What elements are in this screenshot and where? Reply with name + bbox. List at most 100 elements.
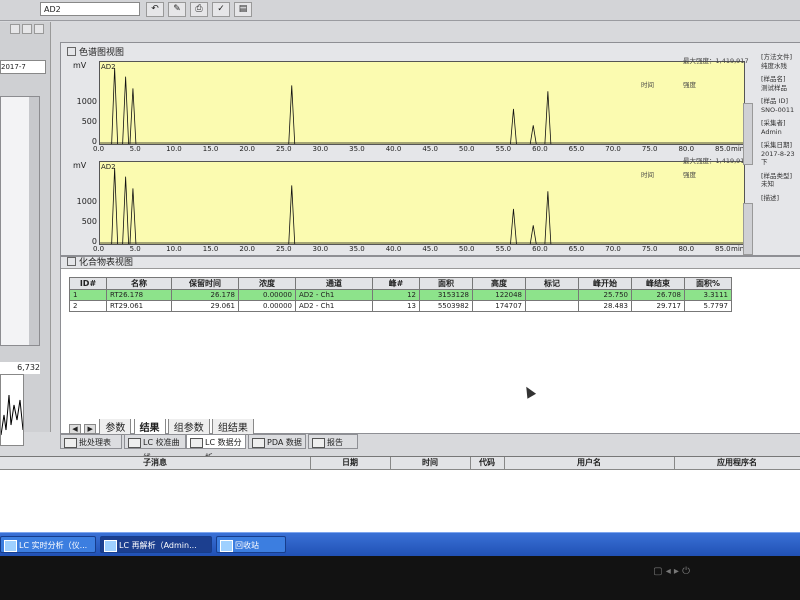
x-tick: 50.0 xyxy=(458,245,475,253)
date-combo[interactable]: 2017-7 xyxy=(0,60,46,74)
tab-pda-data[interactable]: PDA 数据 xyxy=(248,434,306,449)
column-header[interactable]: 浓度 xyxy=(238,277,296,290)
strength-label: 强度 xyxy=(683,81,696,89)
info-line: 测试样品 xyxy=(761,83,787,92)
value-readout: 6,732 xyxy=(0,362,40,374)
plot-area[interactable]: AD2 xyxy=(99,61,745,145)
restore-icon[interactable] xyxy=(10,24,20,34)
file-list[interactable] xyxy=(0,96,40,346)
message-log[interactable]: 子消息 日期 时间 代码 用户名 应用程序名 xyxy=(0,456,800,532)
info-line: 2017-8-23 下 xyxy=(761,149,795,167)
table-cell: AD2 - Ch1 xyxy=(295,300,373,312)
column-header[interactable]: 标记 xyxy=(525,277,579,290)
tab-report[interactable]: 报告 xyxy=(308,434,358,449)
tab-batch-table[interactable]: 批处理表 xyxy=(60,434,122,449)
info-line: [样品 ID] xyxy=(761,97,789,105)
tab-group-results[interactable]: 组结果 xyxy=(211,419,254,435)
y-unit: mV xyxy=(73,61,87,70)
column-header[interactable]: ID# xyxy=(69,277,107,290)
undo-button[interactable]: ↶ xyxy=(146,2,164,17)
table-cell: 13 xyxy=(372,300,420,312)
chromatogram-plot-1[interactable]: mV 1000 500 0 AD2 最大强度：1,419,917 时间 强度 0… xyxy=(61,57,751,157)
x-tick: 35.0 xyxy=(349,145,365,153)
chromatogram-view: 色谱图视图 mV 1000 500 0 AD2 最大强度：1,419,917 时… xyxy=(60,42,800,256)
column-header[interactable]: 应用程序名 xyxy=(674,457,800,469)
peak-line xyxy=(544,191,552,244)
tab-prev-icon[interactable]: ◀ xyxy=(69,424,81,434)
plot-scrollbar[interactable] xyxy=(743,103,753,165)
table-cell: 174707 xyxy=(472,300,526,312)
column-header[interactable]: 保留时间 xyxy=(171,277,239,290)
column-header[interactable]: 通道 xyxy=(295,277,373,290)
table-row[interactable]: 2 RT29.061 29.061 0.00000 AD2 - Ch1 13 5… xyxy=(69,300,732,312)
column-header[interactable]: 面积% xyxy=(684,277,732,290)
compound-table-view: 化合物表视图 ID# 名称 保留时间 浓度 通道 峰# 面积 高度 标记 峰开始… xyxy=(60,256,800,435)
tab-data-analysis[interactable]: LC 数据分析 xyxy=(186,434,246,462)
column-header[interactable]: 峰开始 xyxy=(578,277,632,290)
x-tick: 30.0 xyxy=(312,145,329,153)
column-header[interactable]: 代码 xyxy=(470,457,505,469)
info-line: [样品类型] xyxy=(761,171,793,180)
x-tick: 0.0 xyxy=(93,145,105,153)
peak-line xyxy=(510,208,517,244)
table-header-row: ID# 名称 保留时间 浓度 通道 峰# 面积 高度 标记 峰开始 峰结束 面积… xyxy=(69,277,732,290)
task-realtime-analysis[interactable]: LC 实时分析（仪... xyxy=(0,536,96,553)
peak-line xyxy=(129,88,137,144)
channel-field[interactable]: AD2 xyxy=(40,2,140,16)
application-window: AD2 ↶ ✎ ⎙ ✓ ▤ 2017-7 6,732 色谱图视图 mV 1000… xyxy=(0,0,800,532)
max-intensity-label: 最大强度：1,419,917 xyxy=(683,157,749,165)
tool-button[interactable]: ▤ xyxy=(234,2,252,17)
column-header[interactable]: 峰# xyxy=(372,277,420,290)
tool-button[interactable]: ⎙ xyxy=(190,2,208,17)
compound-table[interactable]: ID# 名称 保留时间 浓度 通道 峰# 面积 高度 标记 峰开始 峰结束 面积… xyxy=(69,277,732,312)
column-header[interactable]: 时间 xyxy=(390,457,471,469)
table-cell: 26.708 xyxy=(631,289,685,301)
tab-parameters[interactable]: 参数 xyxy=(99,419,132,435)
column-header[interactable]: 子消息 xyxy=(0,457,311,469)
left-panel: 2017-7 6,732 xyxy=(0,22,51,446)
x-tick: 5.0 xyxy=(129,245,141,253)
taskbar: LC 实时分析（仪... LC 再解析（Admin... 回收站 xyxy=(0,532,800,557)
close-icon[interactable] xyxy=(34,24,44,34)
table-cell: 26.178 xyxy=(171,289,239,301)
column-header[interactable]: 面积 xyxy=(419,277,473,290)
tab-group-parameters[interactable]: 组参数 xyxy=(167,419,210,435)
scrollbar[interactable] xyxy=(29,97,39,345)
peak-line xyxy=(529,125,537,144)
x-tick: 25.0 xyxy=(275,145,292,153)
table-cell: 29.717 xyxy=(631,300,685,312)
table-cell: 5.7797 xyxy=(684,300,732,312)
x-tick: 45.0 xyxy=(422,145,438,153)
y-tick: 500 xyxy=(81,217,97,226)
time-label: 时间 xyxy=(641,81,654,89)
recycle-bin-icon xyxy=(220,540,233,552)
chromatogram-plot-2[interactable]: mV 1000 500 0 AD2 最大强度：1,419,917 时间 强度 0… xyxy=(61,157,751,257)
tab-results[interactable]: 结果 xyxy=(133,419,166,435)
info-line: [描述] xyxy=(761,193,780,202)
plot-scrollbar[interactable] xyxy=(743,203,753,255)
tool-button[interactable]: ✎ xyxy=(168,2,186,17)
max-intensity-label: 最大强度：1,419,917 xyxy=(683,57,749,65)
table-cell: RT26.178 xyxy=(106,289,172,301)
x-tick: 65.0 xyxy=(568,245,585,253)
column-header[interactable]: 日期 xyxy=(310,457,391,469)
column-header[interactable]: 名称 xyxy=(106,277,172,290)
column-header[interactable]: 高度 xyxy=(472,277,526,290)
task-reanalysis[interactable]: LC 再解析（Admin... xyxy=(100,536,212,553)
tab-next-icon[interactable]: ▶ xyxy=(84,424,97,434)
peak-line xyxy=(129,188,137,244)
x-tick: 70.0 xyxy=(605,145,621,153)
table-cell: 2 xyxy=(69,300,107,312)
column-header[interactable]: 用户名 xyxy=(504,457,675,469)
y-tick: 1000 xyxy=(76,97,97,106)
info-line: Admin xyxy=(761,127,782,136)
table-cell: 1 xyxy=(69,289,107,301)
tool-button[interactable]: ✓ xyxy=(212,2,230,17)
table-cell: 122048 xyxy=(472,289,526,301)
tab-calibration-curve[interactable]: LC 校准曲线 xyxy=(124,434,186,462)
task-recycle-bin[interactable]: 回收站 xyxy=(216,536,286,553)
x-tick: 20.0 xyxy=(239,145,255,153)
column-header[interactable]: 峰结束 xyxy=(631,277,685,290)
table-row[interactable]: 1 RT26.178 26.178 0.00000 AD2 - Ch1 12 3… xyxy=(69,289,732,301)
maximize-icon[interactable] xyxy=(22,24,32,34)
